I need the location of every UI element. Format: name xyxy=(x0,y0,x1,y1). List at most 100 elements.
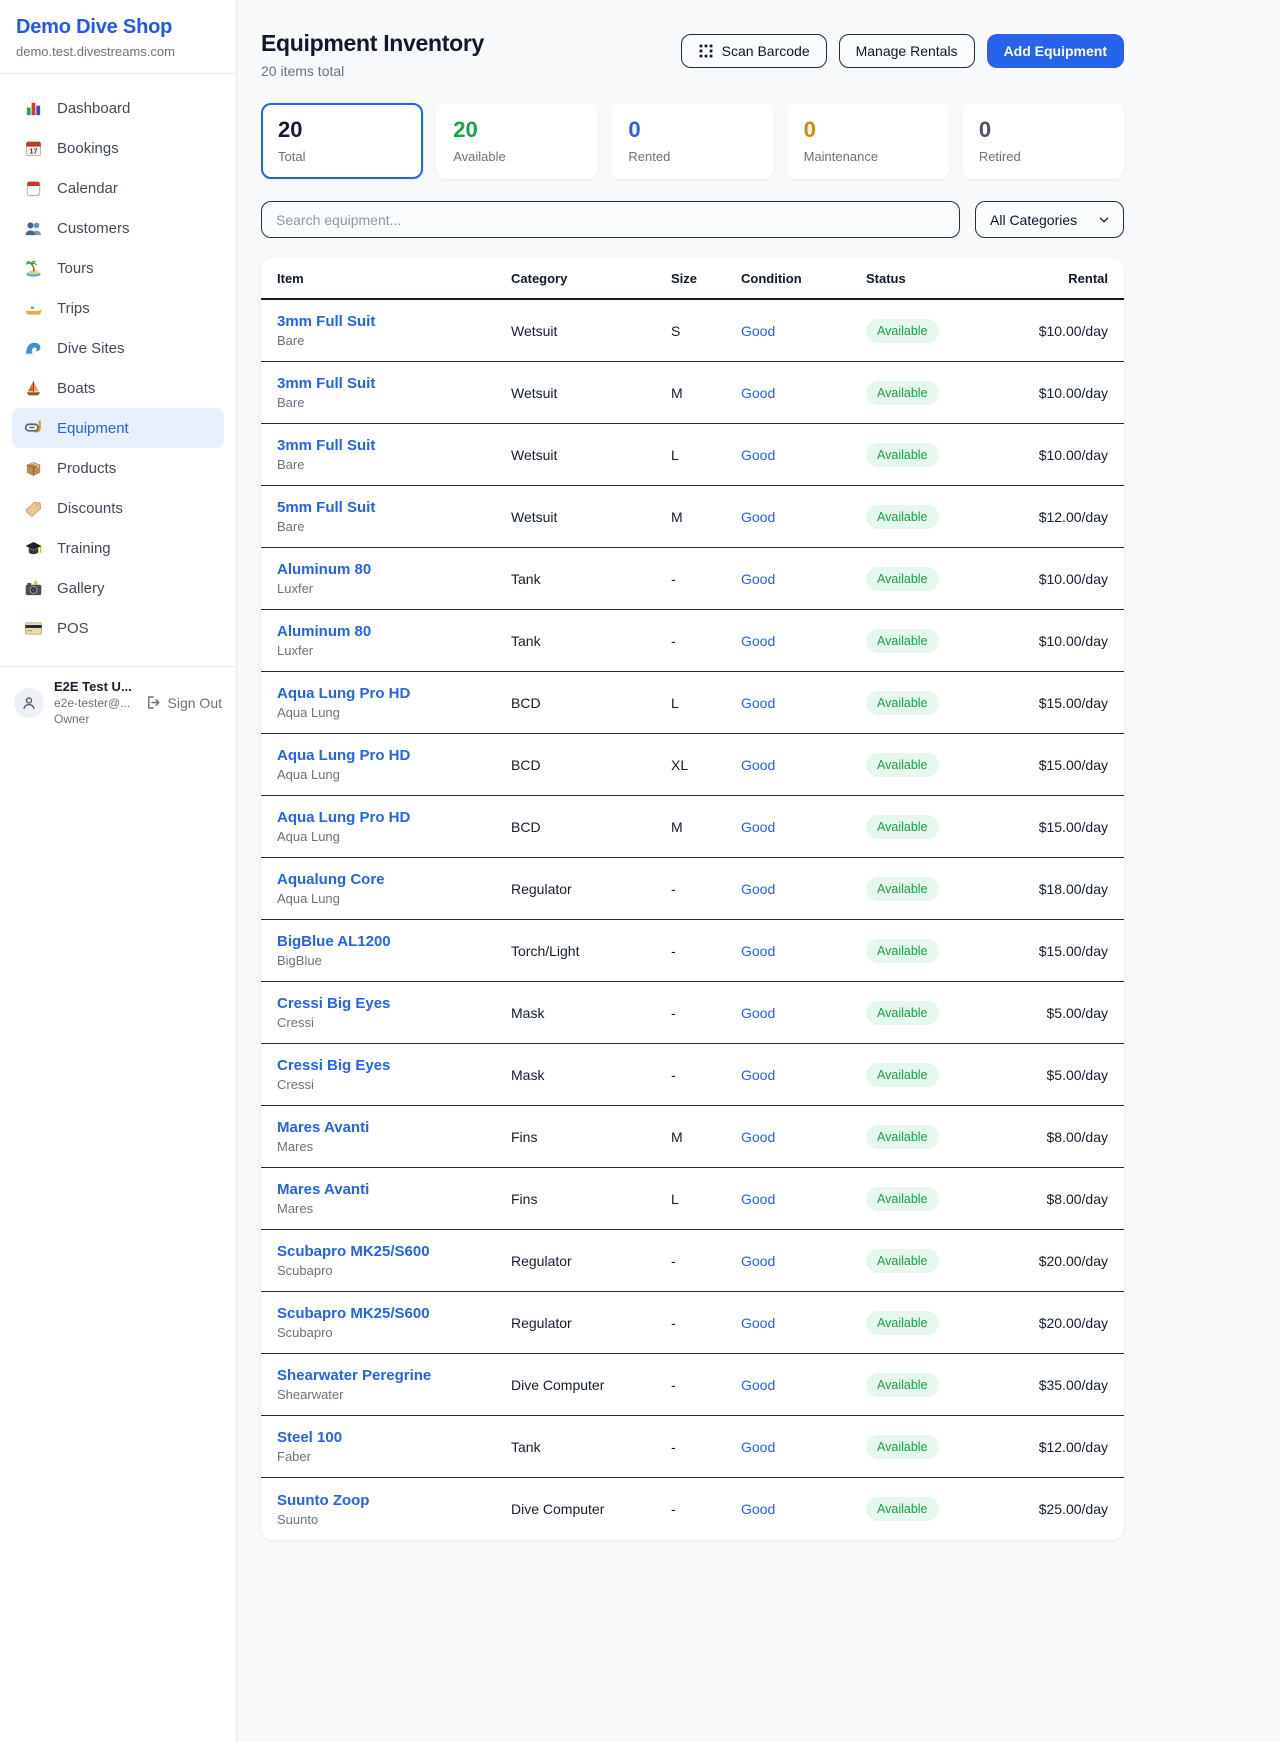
sidebar-item-label: Dive Sites xyxy=(57,340,125,357)
sidebar-item-customers[interactable]: Customers xyxy=(12,208,224,248)
stat-card-available[interactable]: 20 Available xyxy=(436,103,598,179)
sidebar-item-tours[interactable]: Tours xyxy=(12,248,224,288)
condition-link[interactable]: Good xyxy=(741,819,775,835)
category-filter-select[interactable]: All Categories xyxy=(975,201,1124,238)
condition-link[interactable]: Good xyxy=(741,1377,775,1393)
item-name-link[interactable]: Mares Avanti xyxy=(277,1181,503,1198)
brand-name[interactable]: Demo Dive Shop xyxy=(16,16,220,39)
condition-link[interactable]: Good xyxy=(741,1005,775,1021)
item-cell: Mares Avanti Mares xyxy=(261,1119,511,1154)
item-name-link[interactable]: Cressi Big Eyes xyxy=(277,995,503,1012)
sidebar-item-label: Customers xyxy=(57,220,130,237)
manage-rentals-button[interactable]: Manage Rentals xyxy=(839,34,975,68)
stat-card-total[interactable]: 20 Total xyxy=(261,103,423,179)
condition-link[interactable]: Good xyxy=(741,1067,775,1083)
sidebar-item-label: Gallery xyxy=(57,580,105,597)
condition-link[interactable]: Good xyxy=(741,1439,775,1455)
sign-out-label: Sign Out xyxy=(168,695,222,711)
item-brand: Bare xyxy=(277,519,503,534)
item-name-link[interactable]: Scubapro MK25/S600 xyxy=(277,1243,503,1260)
sidebar-item-training[interactable]: Training xyxy=(12,528,224,568)
add-equipment-button[interactable]: Add Equipment xyxy=(987,34,1124,68)
diving-mask-icon xyxy=(24,419,43,438)
condition-link[interactable]: Good xyxy=(741,323,775,339)
table-row: Aqua Lung Pro HD Aqua Lung BCD XL Good A… xyxy=(261,734,1124,796)
stat-value: 0 xyxy=(804,117,932,143)
condition-link[interactable]: Good xyxy=(741,509,775,525)
stat-card-maintenance[interactable]: 0 Maintenance xyxy=(787,103,949,179)
credit-card-icon xyxy=(24,619,43,638)
item-size: - xyxy=(671,571,741,587)
condition-link[interactable]: Good xyxy=(741,757,775,773)
item-rental: $15.00/day xyxy=(1006,819,1124,835)
condition-link[interactable]: Good xyxy=(741,695,775,711)
sidebar-item-equipment[interactable]: Equipment xyxy=(12,408,224,448)
item-name-link[interactable]: 3mm Full Suit xyxy=(277,437,503,454)
item-brand: Aqua Lung xyxy=(277,767,503,782)
condition-link[interactable]: Good xyxy=(741,1501,775,1517)
condition-link[interactable]: Good xyxy=(741,571,775,587)
condition-link[interactable]: Good xyxy=(741,633,775,649)
item-name-link[interactable]: Aluminum 80 xyxy=(277,623,503,640)
condition-link[interactable]: Good xyxy=(741,1315,775,1331)
item-size: L xyxy=(671,695,741,711)
condition-link[interactable]: Good xyxy=(741,1253,775,1269)
item-name-link[interactable]: 3mm Full Suit xyxy=(277,375,503,392)
sidebar-item-label: Equipment xyxy=(57,420,129,437)
item-name-link[interactable]: 3mm Full Suit xyxy=(277,313,503,330)
sidebar-item-calendar[interactable]: Calendar xyxy=(12,168,224,208)
item-name-link[interactable]: Aluminum 80 xyxy=(277,561,503,578)
item-brand: Mares xyxy=(277,1139,503,1154)
item-name-link[interactable]: Aqualung Core xyxy=(277,871,503,888)
stat-card-rented[interactable]: 0 Rented xyxy=(611,103,773,179)
sign-out-button[interactable]: Sign Out xyxy=(145,694,222,711)
item-rental: $12.00/day xyxy=(1006,509,1124,525)
stat-card-retired[interactable]: 0 Retired xyxy=(962,103,1124,179)
sidebar-item-gallery[interactable]: Gallery xyxy=(12,568,224,608)
condition-link[interactable]: Good xyxy=(741,943,775,959)
item-name-link[interactable]: 5mm Full Suit xyxy=(277,499,503,516)
condition-link[interactable]: Good xyxy=(741,1129,775,1145)
sidebar-item-label: POS xyxy=(57,620,89,637)
table-row: 3mm Full Suit Bare Wetsuit S Good Availa… xyxy=(261,300,1124,362)
item-name-link[interactable]: Shearwater Peregrine xyxy=(277,1367,503,1384)
item-name-link[interactable]: Aqua Lung Pro HD xyxy=(277,685,503,702)
item-brand: Scubapro xyxy=(277,1263,503,1278)
sidebar-item-dive-sites[interactable]: Dive Sites xyxy=(12,328,224,368)
item-size: M xyxy=(671,1129,741,1145)
item-cell: Aluminum 80 Luxfer xyxy=(261,623,511,658)
item-name-link[interactable]: Cressi Big Eyes xyxy=(277,1057,503,1074)
sidebar-item-trips[interactable]: Trips xyxy=(12,288,224,328)
item-name-link[interactable]: Steel 100 xyxy=(277,1429,503,1446)
condition-link[interactable]: Good xyxy=(741,447,775,463)
condition-link[interactable]: Good xyxy=(741,385,775,401)
item-name-link[interactable]: Suunto Zoop xyxy=(277,1492,503,1509)
item-name-link[interactable]: Aqua Lung Pro HD xyxy=(277,747,503,764)
item-cell: 3mm Full Suit Bare xyxy=(261,375,511,410)
table-body: 3mm Full Suit Bare Wetsuit S Good Availa… xyxy=(261,300,1124,1540)
item-name-link[interactable]: BigBlue AL1200 xyxy=(277,933,503,950)
sidebar-item-dashboard[interactable]: Dashboard xyxy=(12,88,224,128)
wave-icon xyxy=(24,339,43,358)
sidebar-item-discounts[interactable]: Discounts xyxy=(12,488,224,528)
item-name-link[interactable]: Scubapro MK25/S600 xyxy=(277,1305,503,1322)
item-category: BCD xyxy=(511,757,671,773)
search-input[interactable] xyxy=(261,201,960,238)
item-brand: Luxfer xyxy=(277,643,503,658)
item-size: M xyxy=(671,385,741,401)
scan-barcode-button[interactable]: Scan Barcode xyxy=(681,34,827,68)
item-size: M xyxy=(671,509,741,525)
item-name-link[interactable]: Aqua Lung Pro HD xyxy=(277,809,503,826)
sidebar-item-bookings[interactable]: 17 Bookings xyxy=(12,128,224,168)
sidebar-item-boats[interactable]: Boats xyxy=(12,368,224,408)
page-title: Equipment Inventory xyxy=(261,30,484,57)
item-category: Tank xyxy=(511,1439,671,1455)
avatar xyxy=(14,688,44,718)
item-name-link[interactable]: Mares Avanti xyxy=(277,1119,503,1136)
condition-link[interactable]: Good xyxy=(741,881,775,897)
user-meta: E2E Test U... e2e-tester@... Owner xyxy=(54,679,135,726)
sidebar-item-products[interactable]: Products xyxy=(12,448,224,488)
sidebar-item-pos[interactable]: POS xyxy=(12,608,224,648)
item-brand: Suunto xyxy=(277,1512,503,1527)
condition-link[interactable]: Good xyxy=(741,1191,775,1207)
